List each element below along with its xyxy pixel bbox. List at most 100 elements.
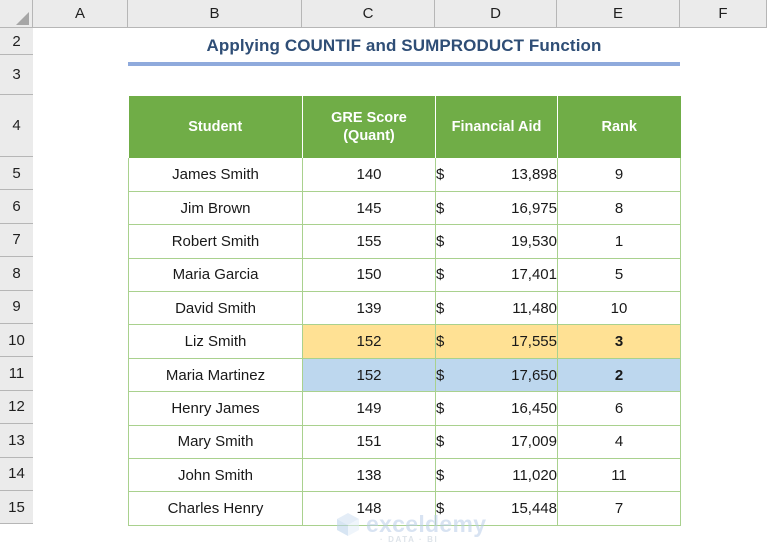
column-header-f[interactable]: F	[680, 0, 767, 27]
column-header-row: A B C D E F	[0, 0, 767, 28]
cell-financial-aid[interactable]: $17,555	[435, 324, 558, 359]
cell-student[interactable]: Liz Smith	[128, 324, 303, 359]
column-header-financial-aid: Financial Aid	[435, 96, 558, 158]
cell-rank[interactable]: 4	[557, 425, 681, 460]
cell-rank[interactable]: 11	[557, 458, 681, 493]
cell-student[interactable]: David Smith	[128, 291, 303, 326]
sheet-title-block: Applying COUNTIF and SUMPRODUCT Function	[128, 34, 680, 66]
cell-rank[interactable]: 8	[557, 191, 681, 226]
cell-student[interactable]: James Smith	[128, 158, 303, 192]
table-body: James Smith 140 $13,898 9 Jim Brown 145 $16,97…	[128, 158, 681, 526]
cell-gre-score[interactable]: 139	[302, 291, 436, 326]
column-header-e[interactable]: E	[557, 0, 680, 27]
table-header-row: Student GRE Score (Quant) Financial Aid …	[128, 96, 681, 158]
cell-gre-score[interactable]: 152	[302, 324, 436, 359]
row-header-5[interactable]: 5	[0, 157, 33, 191]
column-header-student: Student	[128, 96, 303, 158]
row-header-3[interactable]: 3	[0, 55, 33, 95]
cell-gre-score[interactable]: 138	[302, 458, 436, 493]
table-row: Jim Brown 145 $16,975 8	[128, 191, 681, 226]
row-header-7[interactable]: 7	[0, 223, 33, 258]
table-row: Liz Smith 152 $17,555 3	[128, 324, 681, 359]
cell-student[interactable]: Maria Martinez	[128, 358, 303, 393]
financial-aid-value: 17,555	[511, 333, 557, 351]
cell-financial-aid[interactable]: $17,401	[435, 258, 558, 293]
table-header: Student GRE Score (Quant) Financial Aid …	[128, 96, 681, 158]
table-row: Maria Garcia 150 $17,401 5	[128, 258, 681, 293]
row-header-13[interactable]: 13	[0, 424, 33, 458]
watermark-tagline: · DATA · BI	[380, 535, 439, 544]
row-header-10[interactable]: 10	[0, 323, 33, 358]
title-underline-rule	[128, 62, 680, 66]
table-row: John Smith 138 $11,020 11	[128, 458, 681, 493]
select-all-corner[interactable]	[0, 0, 33, 27]
cell-gre-score[interactable]: 148	[302, 491, 436, 526]
row-header-12[interactable]: 12	[0, 390, 33, 425]
cell-student[interactable]: John Smith	[128, 458, 303, 493]
table-row: Robert Smith 155 $19,530 1	[128, 224, 681, 259]
currency-symbol: $	[436, 433, 445, 451]
financial-aid-value: 16,975	[511, 199, 557, 217]
cell-gre-score[interactable]: 155	[302, 224, 436, 259]
row-header-4[interactable]: 4	[0, 95, 33, 157]
column-header-b[interactable]: B	[128, 0, 302, 27]
sheet-canvas[interactable]: Applying COUNTIF and SUMPRODUCT Function…	[34, 29, 767, 544]
cell-gre-score[interactable]: 149	[302, 391, 436, 426]
financial-aid-value: 11,480	[512, 299, 557, 317]
cell-financial-aid[interactable]: $19,530	[435, 224, 558, 259]
column-header-c[interactable]: C	[302, 0, 435, 27]
cell-gre-score[interactable]: 151	[302, 425, 436, 460]
cell-rank[interactable]: 9	[557, 158, 681, 192]
table-row: Mary Smith 151 $17,009 4	[128, 425, 681, 460]
cell-financial-aid[interactable]: $17,650	[435, 358, 558, 393]
financial-aid-value: 17,650	[511, 366, 557, 384]
cell-student[interactable]: Maria Garcia	[128, 258, 303, 293]
table-row: James Smith 140 $13,898 9	[128, 158, 681, 192]
financial-aid-value: 19,530	[511, 232, 557, 250]
cell-student[interactable]: Henry James	[128, 391, 303, 426]
cell-student[interactable]: Jim Brown	[128, 191, 303, 226]
cell-financial-aid[interactable]: $16,975	[435, 191, 558, 226]
row-header-15[interactable]: 15	[0, 490, 33, 525]
row-header-column: 2 3 4 5 6 7 8 9 10 11 12 13 14 15	[0, 28, 33, 525]
row-header-11[interactable]: 11	[0, 357, 33, 391]
spreadsheet-grid: A B C D E F 2 3 4 5 6 7 8 9 10 11 12 13 …	[0, 0, 767, 544]
gre-score-line1: GRE Score	[331, 110, 407, 126]
cell-gre-score[interactable]: 152	[302, 358, 436, 393]
row-header-2[interactable]: 2	[0, 28, 33, 55]
cell-rank[interactable]: 5	[557, 258, 681, 293]
cell-rank[interactable]: 1	[557, 224, 681, 259]
cell-rank[interactable]: 7	[557, 491, 681, 526]
select-all-triangle-icon	[16, 12, 29, 25]
cell-financial-aid[interactable]: $13,898	[435, 158, 558, 192]
cell-rank[interactable]: 6	[557, 391, 681, 426]
cell-student[interactable]: Charles Henry	[128, 491, 303, 526]
cell-gre-score[interactable]: 140	[302, 158, 436, 192]
cell-financial-aid[interactable]: $11,480	[435, 291, 558, 326]
cell-financial-aid[interactable]: $11,020	[435, 458, 558, 493]
column-header-a[interactable]: A	[33, 0, 128, 27]
currency-symbol: $	[436, 333, 445, 351]
table-row: Henry James 149 $16,450 6	[128, 391, 681, 426]
column-header-rank: Rank	[557, 96, 681, 158]
cell-financial-aid[interactable]: $17,009	[435, 425, 558, 460]
currency-symbol: $	[436, 399, 445, 417]
row-header-14[interactable]: 14	[0, 457, 33, 491]
cell-financial-aid[interactable]: $16,450	[435, 391, 558, 426]
table-row: Charles Henry 148 $15,448 7	[128, 491, 681, 526]
cell-rank[interactable]: 3	[557, 324, 681, 359]
cell-student[interactable]: Mary Smith	[128, 425, 303, 460]
cell-gre-score[interactable]: 145	[302, 191, 436, 226]
financial-aid-value: 17,401	[511, 266, 557, 284]
row-header-6[interactable]: 6	[0, 190, 33, 224]
currency-symbol: $	[436, 366, 445, 384]
column-header-d[interactable]: D	[435, 0, 557, 27]
cell-gre-score[interactable]: 150	[302, 258, 436, 293]
row-header-8[interactable]: 8	[0, 257, 33, 291]
currency-symbol: $	[436, 232, 445, 250]
cell-rank[interactable]: 10	[557, 291, 681, 326]
row-header-9[interactable]: 9	[0, 290, 33, 324]
cell-student[interactable]: Robert Smith	[128, 224, 303, 259]
cell-rank[interactable]: 2	[557, 358, 681, 393]
cell-financial-aid[interactable]: $15,448	[435, 491, 558, 526]
